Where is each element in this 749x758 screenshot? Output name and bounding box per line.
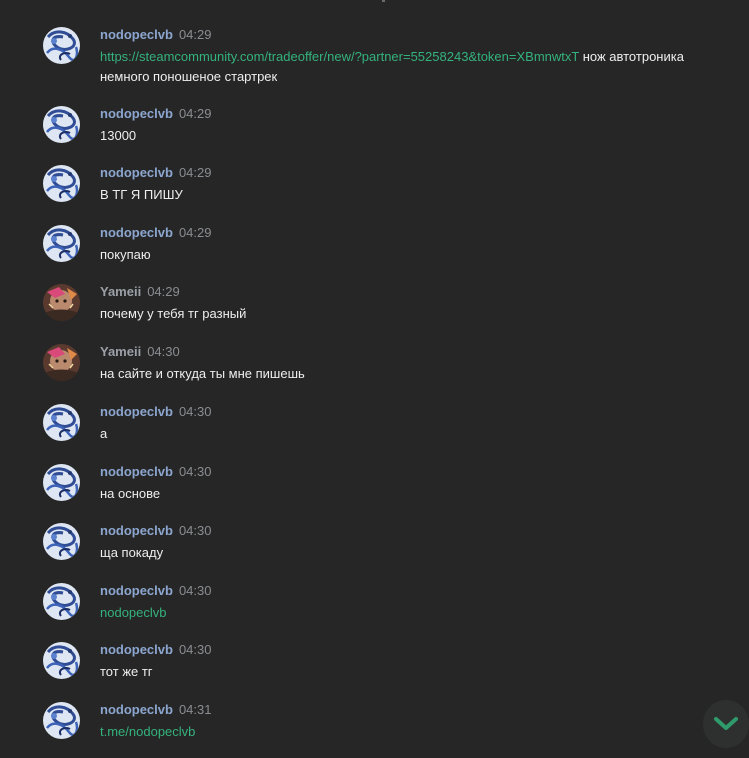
photo-avatar-icon (43, 344, 80, 381)
message-time: 04:29 (178, 27, 212, 42)
swirl-avatar-icon (43, 225, 80, 262)
message-text: на сайте и откуда ты мне пишешь (100, 366, 305, 381)
message-time: 04:30 (178, 464, 212, 479)
avatar[interactable] (43, 106, 80, 143)
message-time: 04:29 (178, 165, 212, 180)
message-header: nodopeclvb 04:31 (100, 702, 212, 718)
avatar[interactable] (43, 523, 80, 560)
avatar[interactable] (43, 284, 80, 321)
message-header: nodopeclvb 04:29 (100, 225, 212, 241)
swirl-avatar-icon (43, 702, 80, 739)
scroll-to-bottom-button[interactable] (703, 700, 749, 748)
sender-name[interactable]: nodopeclvb (100, 106, 173, 121)
message-time: 04:30 (178, 404, 212, 419)
message-link[interactable]: nodopeclvb (100, 605, 167, 620)
message-text: nodopeclvb (100, 603, 700, 623)
avatar[interactable] (43, 583, 80, 620)
avatar[interactable] (43, 165, 80, 202)
avatar[interactable] (43, 344, 80, 381)
message-time: 04:31 (178, 702, 212, 717)
chevron-down-icon (714, 717, 738, 730)
swirl-avatar-icon (43, 642, 80, 679)
message-text: https://steamcommunity.com/tradeoffer/ne… (100, 47, 700, 87)
message-header: nodopeclvb 04:29 (100, 165, 212, 181)
message-time: 04:29 (178, 225, 212, 240)
message-text: почему у тебя тг разный (100, 306, 247, 321)
swirl-avatar-icon (43, 404, 80, 441)
message-time: 04:30 (147, 344, 180, 359)
message-header: Yameii 04:30 (100, 344, 180, 360)
message-header: nodopeclvb 04:30 (100, 642, 212, 658)
message-header: nodopeclvb 04:29 (100, 27, 212, 43)
sender-name[interactable]: Yameii (100, 284, 141, 299)
message-time: 04:30 (178, 642, 212, 657)
message-header: nodopeclvb 04:30 (100, 523, 212, 539)
avatar[interactable] (43, 225, 80, 262)
message-text: ща покаду (100, 545, 164, 560)
swirl-avatar-icon (43, 523, 80, 560)
chat-message-list: nodopeclvb 04:29 https://steamcommunity.c… (0, 0, 749, 758)
sender-name[interactable]: nodopeclvb (100, 225, 173, 240)
avatar[interactable] (43, 27, 80, 64)
message-header: nodopeclvb 04:30 (100, 464, 212, 480)
avatar[interactable] (43, 702, 80, 739)
scroll-indicator (382, 0, 385, 2)
message-text: на основе (100, 486, 161, 501)
sender-name[interactable]: nodopeclvb (100, 642, 173, 657)
message-time: 04:30 (178, 523, 212, 538)
sender-name[interactable]: nodopeclvb (100, 27, 173, 42)
swirl-avatar-icon (43, 464, 80, 501)
message-text: 13000 (100, 128, 137, 143)
swirl-avatar-icon (43, 165, 80, 202)
sender-name[interactable]: nodopeclvb (100, 523, 173, 538)
message-link[interactable]: https://steamcommunity.com/tradeoffer/ne… (100, 49, 579, 64)
message-text: В ТГ Я ПИШУ (100, 187, 183, 202)
message-text: тот же тг (100, 664, 153, 679)
message-header: Yameii 04:29 (100, 284, 180, 300)
sender-name[interactable]: nodopeclvb (100, 583, 173, 598)
sender-name[interactable]: nodopeclvb (100, 404, 173, 419)
avatar[interactable] (43, 642, 80, 679)
swirl-avatar-icon (43, 27, 80, 64)
sender-name[interactable]: nodopeclvb (100, 464, 173, 479)
sender-name[interactable]: nodopeclvb (100, 702, 173, 717)
swirl-avatar-icon (43, 583, 80, 620)
message-link[interactable]: t.me/nodopeclvb (100, 724, 195, 739)
message-header: nodopeclvb 04:30 (100, 583, 212, 599)
message-header: nodopeclvb 04:29 (100, 106, 212, 122)
message-time: 04:29 (147, 284, 180, 299)
message-time: 04:29 (178, 106, 212, 121)
sender-name[interactable]: nodopeclvb (100, 165, 173, 180)
avatar[interactable] (43, 404, 80, 441)
swirl-avatar-icon (43, 106, 80, 143)
message-text: t.me/nodopeclvb (100, 722, 700, 742)
message-text: покупаю (100, 247, 151, 262)
message-header: nodopeclvb 04:30 (100, 404, 212, 420)
sender-name[interactable]: Yameii (100, 344, 141, 359)
photo-avatar-icon (43, 284, 80, 321)
avatar[interactable] (43, 464, 80, 501)
message-time: 04:30 (178, 583, 212, 598)
message-text: а (100, 426, 108, 441)
